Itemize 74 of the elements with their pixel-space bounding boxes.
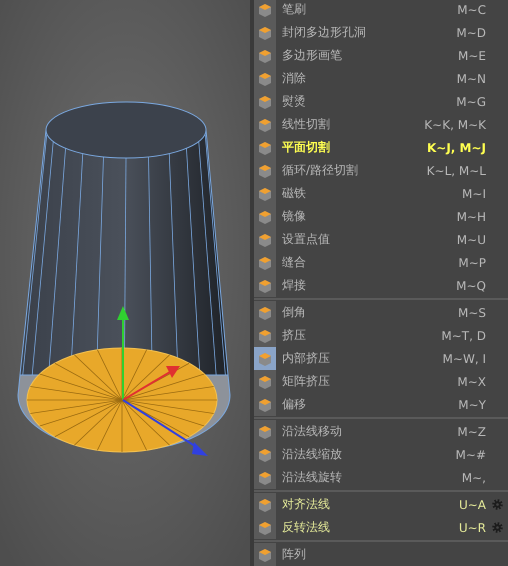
shortcut-text: K~J, M~J	[426, 140, 486, 154]
menu-item[interactable]: 缝合 M~P	[254, 251, 508, 274]
shortcut-text: K~L, M~L	[426, 164, 486, 178]
menu-item-label: 挤压	[281, 327, 307, 344]
shortcut-text: M~Q	[456, 278, 486, 292]
gear-icon[interactable]	[490, 521, 504, 534]
menu-item[interactable]: 循环/路径切割 K~L, M~L	[254, 159, 508, 182]
menu-item-label: 消除	[281, 70, 307, 87]
shortcut-text: M~T, D	[441, 328, 486, 342]
menu-item-label: 镜像	[281, 208, 307, 225]
menu-item-label: 封闭多边形孔洞	[281, 24, 367, 41]
menu-item[interactable]: 熨烫 M~G	[254, 90, 508, 113]
menu-item-label: 反转法线	[281, 519, 331, 536]
gear-icon[interactable]	[490, 498, 504, 511]
menu-item-label: 缝合	[281, 254, 307, 271]
menu-item[interactable]: 偏移 M~Y	[254, 393, 508, 416]
menu-item[interactable]: 线性切割 K~K, M~K	[254, 113, 508, 136]
menu-item-label: 循环/路径切割	[281, 162, 360, 179]
menu-item-label: 对齐法线	[281, 496, 331, 513]
menu-item-label: 笔刷	[281, 1, 307, 18]
shortcut-text: M~Z	[457, 424, 486, 438]
menu-item[interactable]: 倒角 M~S	[254, 301, 508, 324]
shortcut-text: M~N	[456, 72, 486, 86]
shortcut-text: M~,	[462, 470, 486, 484]
menu-item-label: 线性切割	[281, 116, 331, 133]
menu-item[interactable]: 沿法线旋转 M~,	[254, 466, 508, 489]
shortcut-text: M~P	[458, 256, 486, 270]
menu-item-label: 设置点值	[281, 231, 331, 248]
shortcut-text: M~U	[456, 232, 486, 246]
menu-item[interactable]: 沿法线移动 M~Z	[254, 420, 508, 443]
menu-item-label: 沿法线移动	[281, 423, 343, 440]
menu-item[interactable]: 对齐法线 U~A	[254, 493, 508, 516]
shortcut-text: M~I	[462, 186, 486, 200]
shortcut-text: M~G	[456, 94, 486, 108]
menu-item[interactable]: 阵列	[254, 543, 508, 566]
menu-item-label: 平面切割	[281, 139, 331, 156]
menu-item-label: 沿法线旋转	[281, 469, 343, 486]
shortcut-text: M~W, I	[442, 352, 486, 366]
menu-item-label: 多边形画笔	[281, 47, 343, 64]
menu-item-label: 内部挤压	[281, 350, 331, 367]
menu-item[interactable]: 焊接 M~Q	[254, 274, 508, 297]
shortcut-text: M~S	[458, 306, 486, 320]
menu-item-label: 熨烫	[281, 93, 307, 110]
shortcut-text: M~C	[457, 2, 486, 16]
shortcut-text: U~A	[458, 498, 486, 512]
menu-item[interactable]: 平面切割 K~J, M~J	[254, 136, 508, 159]
shortcut-text: M~Y	[458, 398, 486, 412]
axis-gizmo-drawing[interactable]	[117, 306, 208, 456]
shortcut-text: M~D	[456, 26, 486, 40]
menu-item[interactable]: 挤压 M~T, D	[254, 324, 508, 347]
menu-item[interactable]: 磁铁 M~I	[254, 182, 508, 205]
menu-item-label: 矩阵挤压	[281, 373, 331, 390]
menu-item[interactable]: 消除 M~N	[254, 67, 508, 90]
menu-item-label: 阵列	[281, 546, 307, 563]
menu-item[interactable]: 沿法线缩放 M~#	[254, 443, 508, 466]
menu-item[interactable]: 多边形画笔 M~E	[254, 44, 508, 67]
menu-item[interactable]: 内部挤压 M~W, I	[254, 347, 508, 370]
shortcut-text: U~R	[458, 520, 486, 534]
menu-item[interactable]: 反转法线 U~R	[254, 516, 508, 539]
menu-item-label: 磁铁	[281, 185, 307, 202]
shortcut-text: M~E	[458, 48, 486, 62]
shortcut-text: M~H	[456, 210, 486, 224]
menu-item[interactable]: 矩阵挤压 M~X	[254, 370, 508, 393]
menu-item[interactable]: 笔刷 M~C	[254, 0, 508, 21]
menu-item-label: 焊接	[281, 277, 307, 294]
shortcut-text: M~#	[456, 448, 486, 462]
shortcut-text: K~K, M~K	[424, 118, 486, 132]
menu-item-label: 沿法线缩放	[281, 446, 343, 463]
menu-item-label: 倒角	[281, 304, 307, 321]
menu-item[interactable]: 镜像 M~H	[254, 205, 508, 228]
menu-item-label: 偏移	[281, 396, 307, 413]
menu-item[interactable]: 封闭多边形孔洞 M~D	[254, 21, 508, 44]
menu-item[interactable]: 设置点值 M~U	[254, 228, 508, 251]
shortcut-text: M~X	[457, 374, 486, 388]
